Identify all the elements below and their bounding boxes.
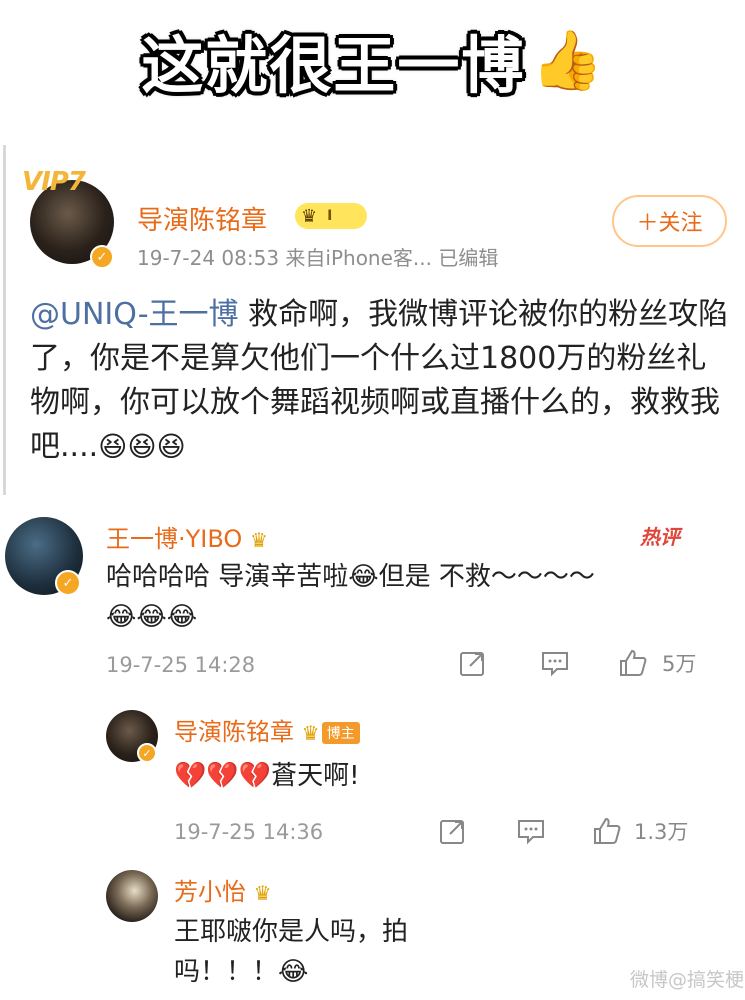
reply-text: 💔💔💔蒼天啊! [174,761,360,791]
comment-time: 19-7-25 14:28 [106,653,256,677]
weibo-post: VIP7 ✓ 导演陈铭章 ♛ I 19-7-24 08:53 来自iPhone客… [0,145,745,500]
reply-time: 19-7-25 14:36 [174,820,324,844]
like-icon[interactable] [592,816,622,846]
follow-button[interactable]: ＋关注 [612,195,727,247]
comment-actions: 5万 [458,648,696,678]
crown-icon: ♛ [301,721,320,745]
member-level-badge: ♛ I [295,203,367,229]
comment-author-name[interactable]: 王一博·YIBO ♛ [106,519,268,554]
like-icon[interactable] [618,648,648,678]
reply-author-name[interactable]: 导演陈铭章 ♛ 博主 [174,712,360,747]
quote-border [3,145,6,495]
verified-icon: ✓ [55,570,81,596]
laugh-emoji-icon: 😆😆😆 [98,430,186,463]
comment-icon[interactable] [540,648,570,678]
comment-item: ✓ 王一博·YIBO ♛ 热评 哈哈哈哈 导演辛苦啦😂但是 不救～～～～ 😂😂😂… [0,505,745,695]
avatar[interactable] [106,870,158,922]
post-meta: 19-7-24 08:53 来自iPhone客... 已编辑 [137,246,499,270]
vip-badge: VIP7 [22,167,86,197]
headline-text: 这就很王一博 [141,29,526,102]
hot-comment-badge: 热评 [640,525,680,549]
share-icon[interactable] [438,816,468,846]
verified-icon: ✓ [90,245,114,269]
crown-icon: ♛ [249,528,268,552]
reply-item: ✓ 导演陈铭章 ♛ 博主 💔💔💔蒼天啊! 19-7-25 14:36 1.3万 [0,700,745,860]
mention-link[interactable]: @UNIQ-王一博 [30,297,239,332]
thumbs-up-icon: 👍 [531,26,604,94]
reply-actions: 1.3万 [438,816,688,846]
comment-text: 哈哈哈哈 导演辛苦啦😂但是 不救～～～～ 😂😂😂 [106,557,706,637]
reply-author-name[interactable]: 芳小怡 ♛ [174,872,272,907]
crown-icon: ♛ [253,881,272,905]
owner-tag: 博主 [321,722,360,744]
headline: 这就很王一博 👍 [0,0,745,120]
level-text: I [327,208,333,224]
comment-text-line: 哈哈哈哈 导演辛苦啦😂但是 不救～～～～ [106,562,595,592]
watermark: 微博@搞笑梗主 [630,969,745,991]
crown-icon: ♛ [301,205,318,227]
comment-emoji-line: 😂😂😂 [106,602,198,632]
like-count: 1.3万 [634,820,689,844]
post-author-name[interactable]: 导演陈铭章 [137,200,267,237]
share-icon[interactable] [458,648,488,678]
like-count: 5万 [662,652,697,676]
verified-icon: ✓ [137,743,157,763]
post-body: @UNIQ-王一博 救命啊，我微博评论被你的粉丝攻陷了，你是不是算欠他们一个什么… [30,293,730,469]
comment-icon[interactable] [516,816,546,846]
fade-overlay [408,925,538,1000]
